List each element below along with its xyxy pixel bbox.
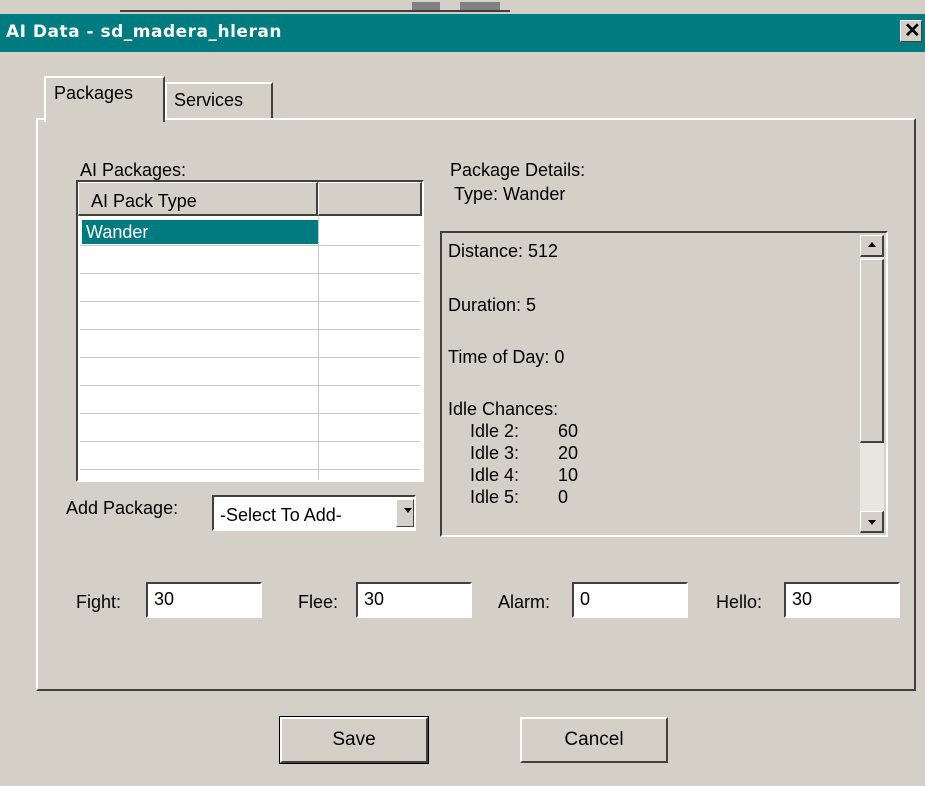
idle-value: 20 <box>558 443 579 463</box>
title-bar[interactable]: AI Data - sd_madera_hleran ✕ <box>0 14 925 52</box>
flee-field[interactable]: 30 <box>356 582 472 618</box>
fight-field[interactable]: 30 <box>146 582 262 618</box>
tab-services[interactable]: Services <box>165 82 273 118</box>
background-strip <box>0 0 925 14</box>
table-row[interactable] <box>80 302 420 330</box>
fight-label: Fight: <box>76 592 122 612</box>
distance-text: Distance: 512 <box>448 241 559 261</box>
idle-label: Idle 2: <box>470 421 520 441</box>
hello-label: Hello: <box>716 592 763 612</box>
scroll-down-button[interactable] <box>860 511 884 533</box>
cancel-button[interactable]: Cancel <box>520 717 668 763</box>
arrow-down-icon <box>868 520 876 525</box>
table-row[interactable]: Wander <box>80 218 420 246</box>
table-row[interactable] <box>80 386 420 414</box>
table-row[interactable] <box>80 274 420 302</box>
details-scrollbar[interactable] <box>860 235 884 533</box>
add-package-select[interactable]: -Select To Add- <box>212 495 416 531</box>
idle-value: 0 <box>558 487 569 507</box>
background-control <box>460 2 500 10</box>
package-details-panel[interactable]: Distance: 512 Duration: 5 Time of Day: 0… <box>440 231 888 537</box>
add-package-label: Add Package: <box>66 498 179 518</box>
idle-value: 60 <box>558 421 579 441</box>
idle-chances-heading: Idle Chances: <box>448 399 559 419</box>
ai-packages-list[interactable]: AI Pack Type Wander <box>76 180 424 482</box>
tab-packages[interactable]: Packages <box>44 76 165 122</box>
hello-field[interactable]: 30 <box>784 582 900 618</box>
package-details-label: Package Details: <box>450 160 586 180</box>
add-package-select-value: -Select To Add- <box>220 505 342 525</box>
scrollbar-thumb[interactable] <box>860 259 884 443</box>
idle-label: Idle 3: <box>470 443 520 463</box>
save-button[interactable]: Save <box>279 716 429 764</box>
column-header-blank[interactable] <box>318 182 422 216</box>
idle-label: Idle 4: <box>470 465 520 485</box>
table-row[interactable] <box>80 246 420 274</box>
list-item-selected[interactable]: Wander <box>82 220 318 244</box>
alarm-field[interactable]: 0 <box>572 582 688 618</box>
dropdown-button[interactable] <box>396 499 414 527</box>
list-header: AI Pack Type <box>78 182 422 216</box>
tab-services-label: Services <box>174 90 244 110</box>
duration-text: Duration: 5 <box>448 295 537 315</box>
table-row[interactable] <box>80 330 420 358</box>
background-window-edge <box>120 0 510 12</box>
table-row[interactable] <box>80 442 420 470</box>
window-title: AI Data - sd_madera_hleran <box>6 22 282 42</box>
idle-label: Idle 5: <box>470 487 520 507</box>
close-icon: ✕ <box>904 20 921 42</box>
table-row[interactable] <box>80 358 420 386</box>
flee-label: Flee: <box>298 592 339 612</box>
package-type-label: Type: Wander <box>454 184 566 204</box>
tab-packages-label: Packages <box>54 83 134 103</box>
alarm-label: Alarm: <box>498 592 551 612</box>
scroll-up-button[interactable] <box>860 235 884 257</box>
close-button[interactable]: ✕ <box>900 20 922 42</box>
background-control <box>412 2 440 10</box>
time-of-day-text: Time of Day: 0 <box>448 347 565 367</box>
arrow-up-icon <box>868 242 876 247</box>
column-divider <box>318 218 319 480</box>
table-row[interactable] <box>80 414 420 442</box>
ai-packages-label: AI Packages: <box>80 160 187 180</box>
idle-value: 10 <box>558 465 579 485</box>
column-header-ai-pack-type[interactable]: AI Pack Type <box>78 182 318 216</box>
chevron-down-icon <box>404 508 412 513</box>
